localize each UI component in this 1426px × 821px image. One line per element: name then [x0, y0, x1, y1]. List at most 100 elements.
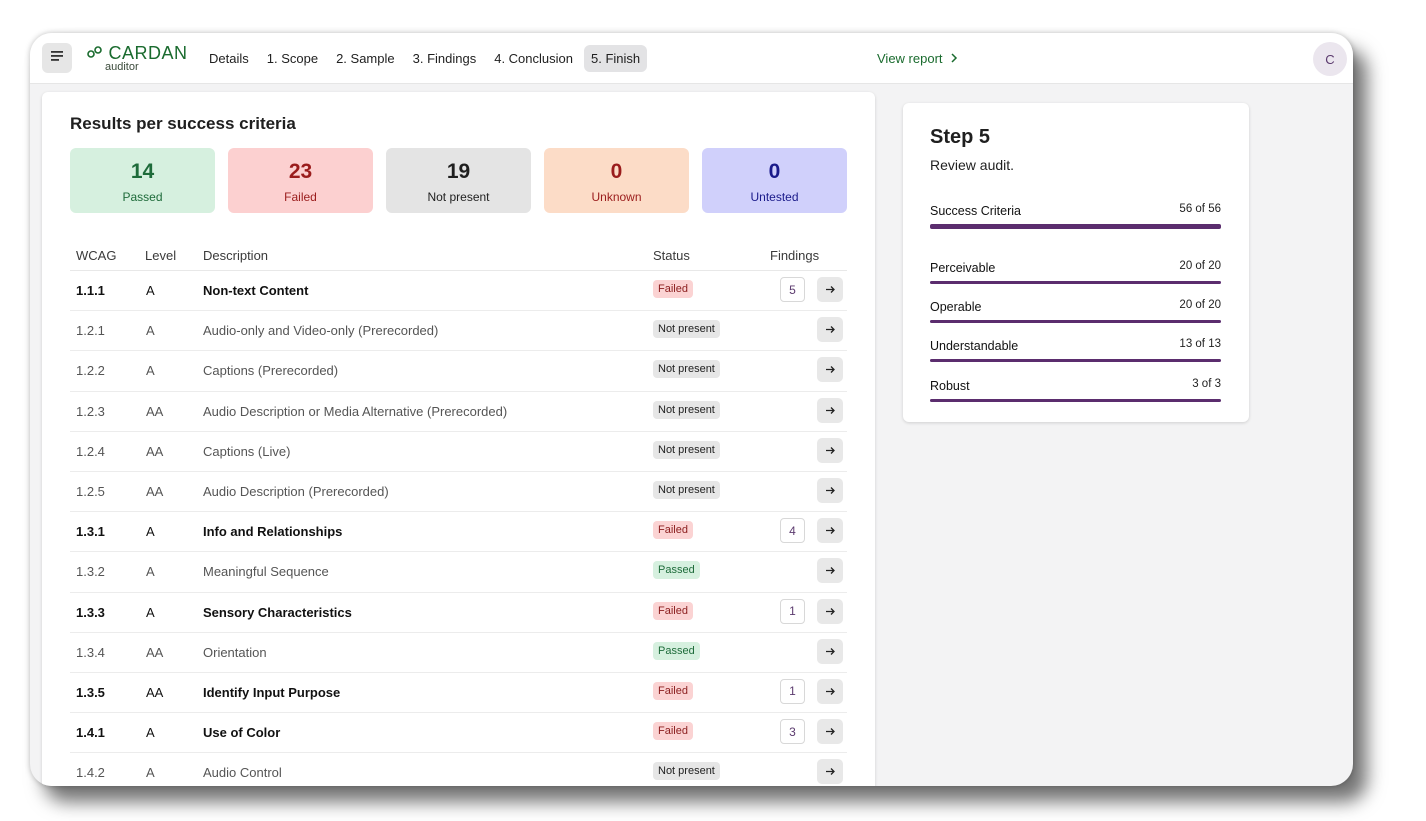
progress-value: 56 of 56: [1179, 203, 1221, 215]
nav-item-3[interactable]: 2. Sample: [329, 45, 402, 72]
findings-count: 5: [780, 277, 805, 302]
table-row[interactable]: 1.2.2 A Captions (Prerecorded) Not present: [70, 351, 847, 392]
criterion-description: Sensory Characteristics: [203, 604, 352, 620]
open-criterion-button[interactable]: [817, 357, 843, 383]
progress-value: 3 of 3: [1192, 378, 1221, 390]
findings-count: 3: [780, 719, 805, 745]
open-criterion-button[interactable]: [817, 437, 843, 463]
arrow-right-icon: [825, 764, 836, 779]
wcag-level: A: [146, 604, 155, 620]
stat-label: Unknown: [591, 190, 642, 204]
progress-fill: [930, 281, 1221, 284]
wcag-level: AA: [146, 684, 164, 700]
table-row[interactable]: 1.3.1 A Info and Relationships Failed 4: [70, 512, 847, 553]
criterion-description: Use of Color: [203, 725, 281, 741]
arrow-right-icon: [825, 322, 836, 337]
criterion-description: Identify Input Purpose: [203, 684, 341, 700]
open-criterion-button[interactable]: [817, 638, 843, 664]
table-row[interactable]: 1.3.5 AA Identify Input Purpose Failed 1: [70, 673, 847, 714]
stat-label: Not present: [427, 190, 490, 204]
nav-item-2[interactable]: 1. Scope: [260, 45, 325, 72]
table-header: WCAG Level Description Status Findings: [70, 242, 847, 271]
open-criterion-button[interactable]: [817, 397, 843, 423]
column-wcag: WCAG: [76, 248, 117, 263]
table-body: 1.1.1 A Non-text Content Failed 5 1.2.1 A Audio…: [70, 271, 847, 786]
table-row[interactable]: 1.4.1 A Use of Color Failed 3: [70, 713, 847, 754]
open-criterion-button[interactable]: [817, 759, 843, 785]
open-criterion-button[interactable]: [817, 317, 843, 343]
progress-value: 20 of 20: [1179, 260, 1221, 272]
arrow-right-icon: [825, 684, 836, 699]
wcag-number: 1.3.4: [76, 644, 105, 660]
criterion-description: Audio Description (Prerecorded): [203, 483, 389, 499]
progress-label: Success Criteria: [930, 204, 1021, 218]
table-row[interactable]: 1.4.2 A Audio Control Not present: [70, 753, 847, 786]
menu-button[interactable]: [42, 43, 72, 73]
open-criterion-button[interactable]: [817, 678, 843, 704]
wcag-number: 1.3.3: [76, 604, 105, 620]
table-row[interactable]: 1.1.1 A Non-text Content Failed 5: [70, 271, 847, 312]
arrow-right-icon: [825, 563, 836, 578]
table-row[interactable]: 1.2.3 AA Audio Description or Media Altern…: [70, 392, 847, 432]
stat-untested: 0 Untested: [702, 148, 847, 213]
results-card: Results per success criteria 14 Passed 23 F…: [42, 92, 875, 786]
nav-item-4[interactable]: 3. Findings: [406, 45, 484, 72]
view-report-label: View report: [877, 51, 943, 66]
step-subtitle: Review audit.: [930, 157, 1015, 173]
status-badge: Not present: [653, 320, 720, 339]
stat-label: Failed: [284, 190, 317, 204]
stat-failed: 23 Failed: [228, 148, 373, 213]
table-row[interactable]: 1.3.3 A Sensory Characteristics Failed 1: [70, 593, 847, 633]
open-criterion-button[interactable]: [817, 558, 843, 584]
table-row[interactable]: 1.3.2 A Meaningful Sequence Passed: [70, 552, 847, 593]
arrow-right-icon: [825, 362, 836, 377]
view-report-link[interactable]: View report: [877, 51, 958, 66]
table-row[interactable]: 1.2.4 AA Captions (Live) Not present: [70, 432, 847, 472]
open-criterion-button[interactable]: [817, 719, 843, 745]
arrow-right-icon: [825, 604, 836, 619]
table-row[interactable]: 1.2.1 A Audio-only and Video-only (Prereco…: [70, 311, 847, 352]
wcag-number: 1.2.4: [76, 443, 105, 459]
chevron-right-icon: [946, 51, 958, 66]
avatar-letter: C: [1325, 51, 1335, 67]
wcag-level: A: [146, 323, 155, 339]
progress-fill: [930, 399, 1221, 402]
open-criterion-button[interactable]: [817, 518, 843, 544]
nav-item-5[interactable]: 4. Conclusion: [487, 45, 580, 72]
avatar[interactable]: C: [1313, 42, 1347, 76]
column-status: Status: [653, 248, 690, 263]
open-criterion-button[interactable]: [817, 277, 843, 302]
wcag-level: A: [146, 725, 155, 741]
wcag-level: A: [146, 765, 155, 781]
wcag-number: 1.3.5: [76, 684, 105, 700]
nav-item-6[interactable]: 5. Finish: [584, 45, 648, 72]
table-row[interactable]: 1.3.4 AA Orientation Passed: [70, 633, 847, 673]
logo[interactable]: CARDAN auditor: [87, 43, 187, 75]
wcag-level: A: [146, 564, 155, 580]
findings-count: 4: [780, 518, 805, 544]
open-criterion-button[interactable]: [817, 598, 843, 624]
stat-not-present: 19 Not present: [386, 148, 531, 213]
wcag-number: 1.3.2: [76, 564, 105, 580]
column-findings: Findings: [770, 248, 820, 263]
criterion-description: Audio-only and Video-only (Prerecorded): [203, 323, 439, 339]
progress-track: [930, 281, 1221, 284]
table-row[interactable]: 1.2.5 AA Audio Description (Prerecorded) No…: [70, 472, 847, 513]
findings-count: 1: [780, 598, 805, 624]
open-criterion-button[interactable]: [817, 477, 843, 503]
wcag-number: 1.2.2: [76, 363, 105, 379]
progress-label: Robust: [930, 379, 970, 393]
wcag-number: 1.2.5: [76, 483, 105, 499]
arrow-right-icon: [825, 644, 836, 659]
status-badge: Failed: [653, 521, 693, 540]
nav-item-1[interactable]: Details: [202, 45, 256, 72]
progress-track: [930, 224, 1221, 229]
wcag-number: 1.3.1: [76, 524, 105, 540]
wcag-level: A: [146, 283, 155, 298]
progress-label: Operable: [930, 300, 982, 314]
stat-value: 0: [768, 160, 781, 183]
app-window: CARDAN auditor Details 1. Scope 2. Sample 3…: [30, 33, 1353, 786]
stat-passed: 14 Passed: [70, 148, 215, 213]
stat-label: Passed: [122, 190, 163, 204]
progress-fill: [930, 359, 1221, 362]
